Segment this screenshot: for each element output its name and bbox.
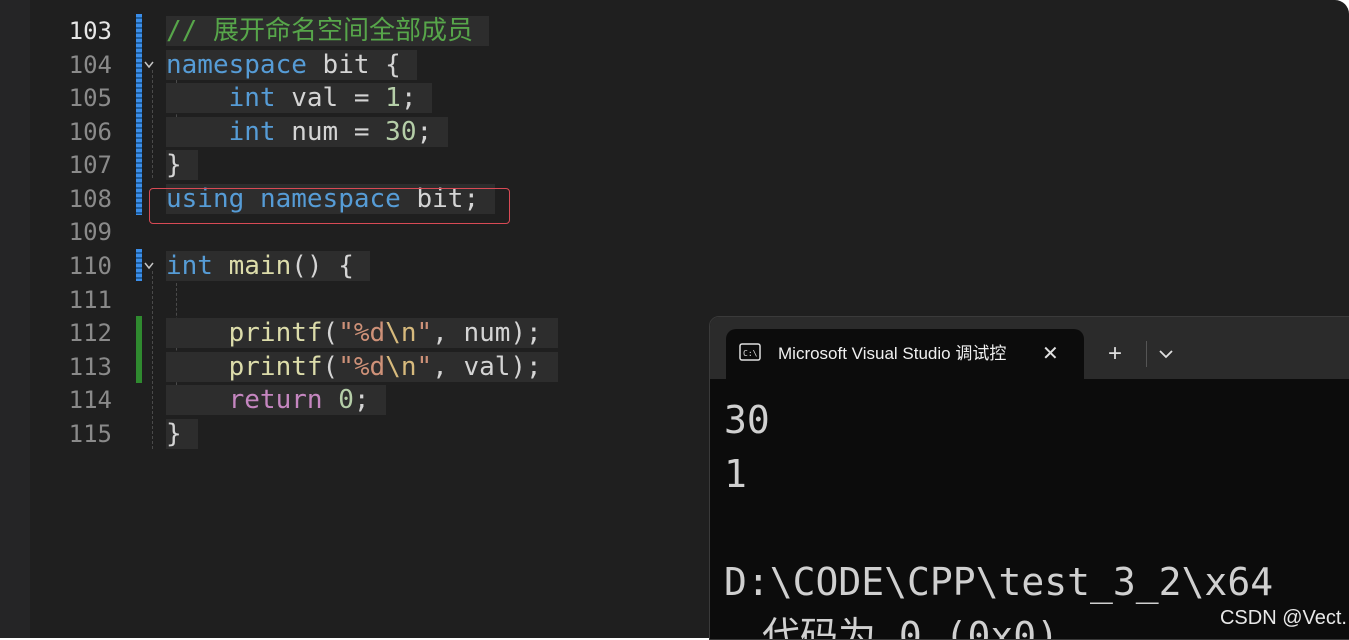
- change-marker-modified: [136, 14, 142, 215]
- code-text: val =: [275, 83, 386, 113]
- code-line-103[interactable]: // 展开命名空间全部成员: [166, 14, 489, 48]
- terminal-output[interactable]: 30 1 D:\CODE\CPP\test_3_2\x64 ，代码为 0 (0x0)…: [724, 393, 1274, 640]
- change-marker-added: [136, 316, 142, 383]
- string-literal: ": [416, 352, 433, 382]
- function-name: printf: [228, 318, 323, 348]
- terminal-tab-title: Microsoft Visual Studio 调试控: [778, 344, 1007, 363]
- comment: // 展开命名空间全部成员: [166, 16, 473, 46]
- code-text: }: [166, 419, 182, 449]
- debug-console-window[interactable]: C:\ Microsoft Visual Studio 调试控 ✕ + 30 1 …: [709, 316, 1349, 640]
- console-icon: C:\: [739, 343, 761, 361]
- code-text: num =: [275, 117, 386, 147]
- code-line-107[interactable]: }: [166, 148, 198, 182]
- code-text: , val);: [432, 352, 542, 382]
- fold-chevron-icon[interactable]: [143, 249, 157, 283]
- code-text: }: [166, 150, 182, 180]
- code-line-104[interactable]: namespace bit {: [166, 48, 417, 82]
- format-specifier: %d: [353, 318, 386, 348]
- namespace-name: bit {: [306, 50, 401, 80]
- function-name: main: [228, 251, 292, 281]
- output-line: 30: [724, 398, 770, 442]
- fold-chevron-icon[interactable]: [143, 48, 157, 82]
- svg-text:C:\: C:\: [743, 349, 758, 358]
- keyword: namespace: [166, 50, 307, 80]
- code-text: (: [322, 318, 339, 348]
- editor-left-strip: [0, 0, 30, 638]
- string-literal: ": [416, 318, 433, 348]
- code-text: ;: [416, 117, 433, 147]
- close-icon[interactable]: ✕: [1042, 329, 1059, 379]
- format-specifier: %d: [353, 352, 386, 382]
- string-literal: ": [338, 352, 354, 382]
- code-line-110[interactable]: int main() {: [166, 249, 370, 283]
- line-number: 111: [68, 286, 112, 314]
- code-line-112[interactable]: printf("%d\n", num);: [166, 316, 558, 350]
- output-line: 1: [724, 452, 747, 496]
- code-text: (: [322, 352, 339, 382]
- string-literal: ": [338, 318, 354, 348]
- code-text: () {: [291, 251, 354, 281]
- line-number: 109: [68, 218, 112, 246]
- code-line-106[interactable]: int num = 30;: [166, 115, 449, 149]
- indent-guide: [152, 271, 153, 449]
- number-literal: 30: [385, 117, 417, 147]
- code-line-113[interactable]: printf("%d\n", val);: [166, 350, 558, 384]
- keyword: int: [166, 251, 213, 281]
- code-line-114[interactable]: return 0;: [166, 383, 386, 417]
- number-literal: 0: [338, 385, 354, 415]
- line-number: 110: [68, 252, 112, 280]
- watermark: CSDN @Vect.: [1219, 607, 1347, 629]
- line-number: 107: [68, 151, 112, 179]
- line-number: 115: [68, 420, 112, 448]
- line-number: 113: [68, 353, 112, 381]
- annotation-highlight-box: [149, 188, 510, 224]
- line-number: 112: [68, 319, 112, 347]
- output-line: ，代码为 0 (0x0)。: [724, 614, 1098, 640]
- code-text: ;: [400, 83, 417, 113]
- line-number: 105: [68, 84, 112, 112]
- line-number: 103: [68, 17, 112, 45]
- change-marker-modified: [136, 249, 142, 281]
- keyword: int: [228, 117, 276, 147]
- function-name: printf: [228, 352, 323, 382]
- line-number: 108: [68, 185, 112, 213]
- code-text: ;: [353, 385, 370, 415]
- escape-sequence: \n: [385, 352, 417, 382]
- tab-separator: [1146, 341, 1147, 367]
- number-literal: 1: [385, 83, 401, 113]
- line-number: 104: [68, 51, 112, 79]
- terminal-tab[interactable]: C:\ Microsoft Visual Studio 调试控 ✕: [726, 329, 1084, 379]
- new-tab-button[interactable]: +: [1108, 329, 1122, 379]
- escape-sequence: \n: [385, 318, 417, 348]
- keyword: return: [228, 385, 323, 415]
- line-number: 106: [68, 118, 112, 146]
- chevron-down-icon[interactable]: [1156, 329, 1176, 379]
- indent-guide: [152, 70, 153, 178]
- keyword: int: [228, 83, 276, 113]
- line-number: 114: [68, 386, 112, 414]
- code-line-105[interactable]: int val = 1;: [166, 81, 433, 115]
- code-text: , num);: [432, 318, 542, 348]
- code-line-115[interactable]: }: [166, 417, 198, 451]
- output-line: D:\CODE\CPP\test_3_2\x64: [724, 560, 1274, 604]
- terminal-tab-bar: C:\ Microsoft Visual Studio 调试控 ✕ +: [710, 317, 1349, 379]
